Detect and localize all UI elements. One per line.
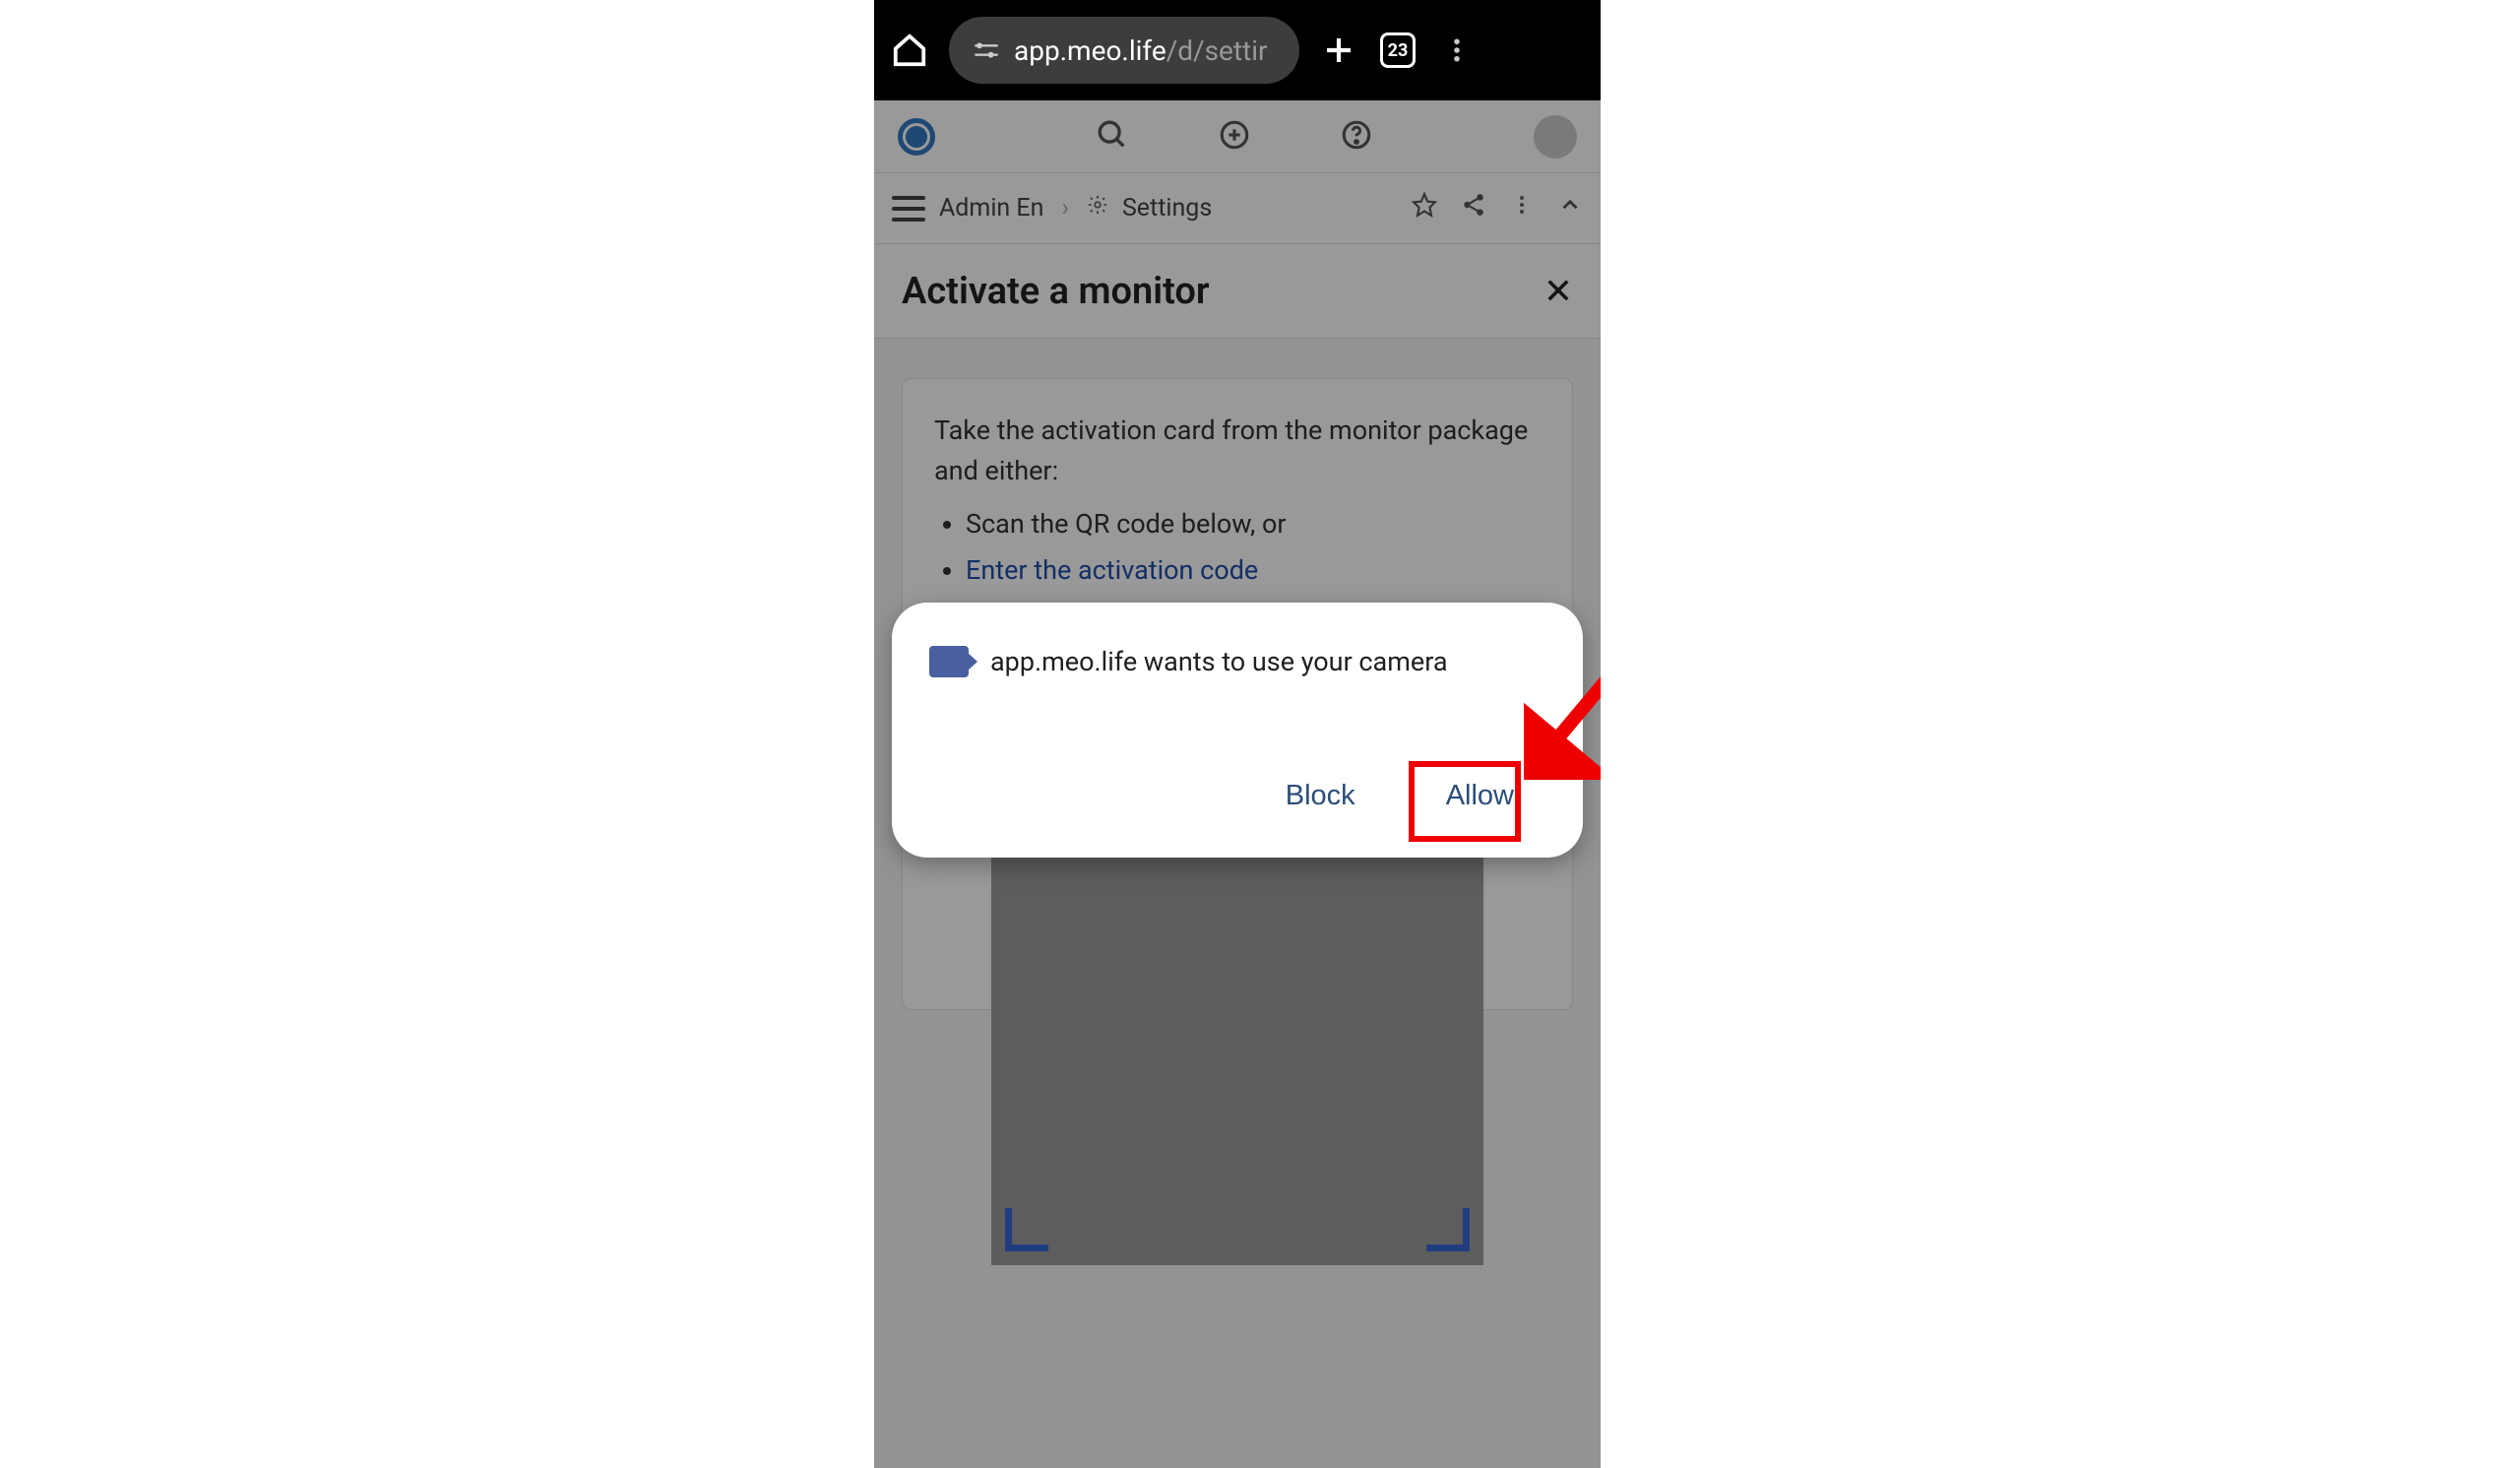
home-icon[interactable] (890, 31, 929, 70)
site-settings-icon[interactable] (973, 36, 1000, 64)
browser-menu-icon[interactable] (1437, 31, 1477, 70)
block-button[interactable]: Block (1266, 766, 1375, 826)
browser-toolbar: app.meo.life/d/settir 23 (874, 0, 1601, 100)
webpage-content: Admin En › Settings (874, 100, 1601, 1468)
url-text: app.meo.life/d/settir (1014, 34, 1268, 67)
tab-count: 23 (1388, 40, 1409, 61)
permission-message: app.meo.life wants to use your camera (990, 646, 1448, 677)
new-tab-icon[interactable] (1319, 31, 1358, 70)
camera-icon (929, 646, 969, 677)
phone-frame: app.meo.life/d/settir 23 (874, 0, 1601, 1468)
tabs-button[interactable]: 23 (1378, 31, 1418, 70)
url-bar[interactable]: app.meo.life/d/settir (949, 17, 1299, 84)
annotation-highlight-box (1409, 761, 1521, 842)
annotation-arrow-icon (1524, 593, 1601, 780)
